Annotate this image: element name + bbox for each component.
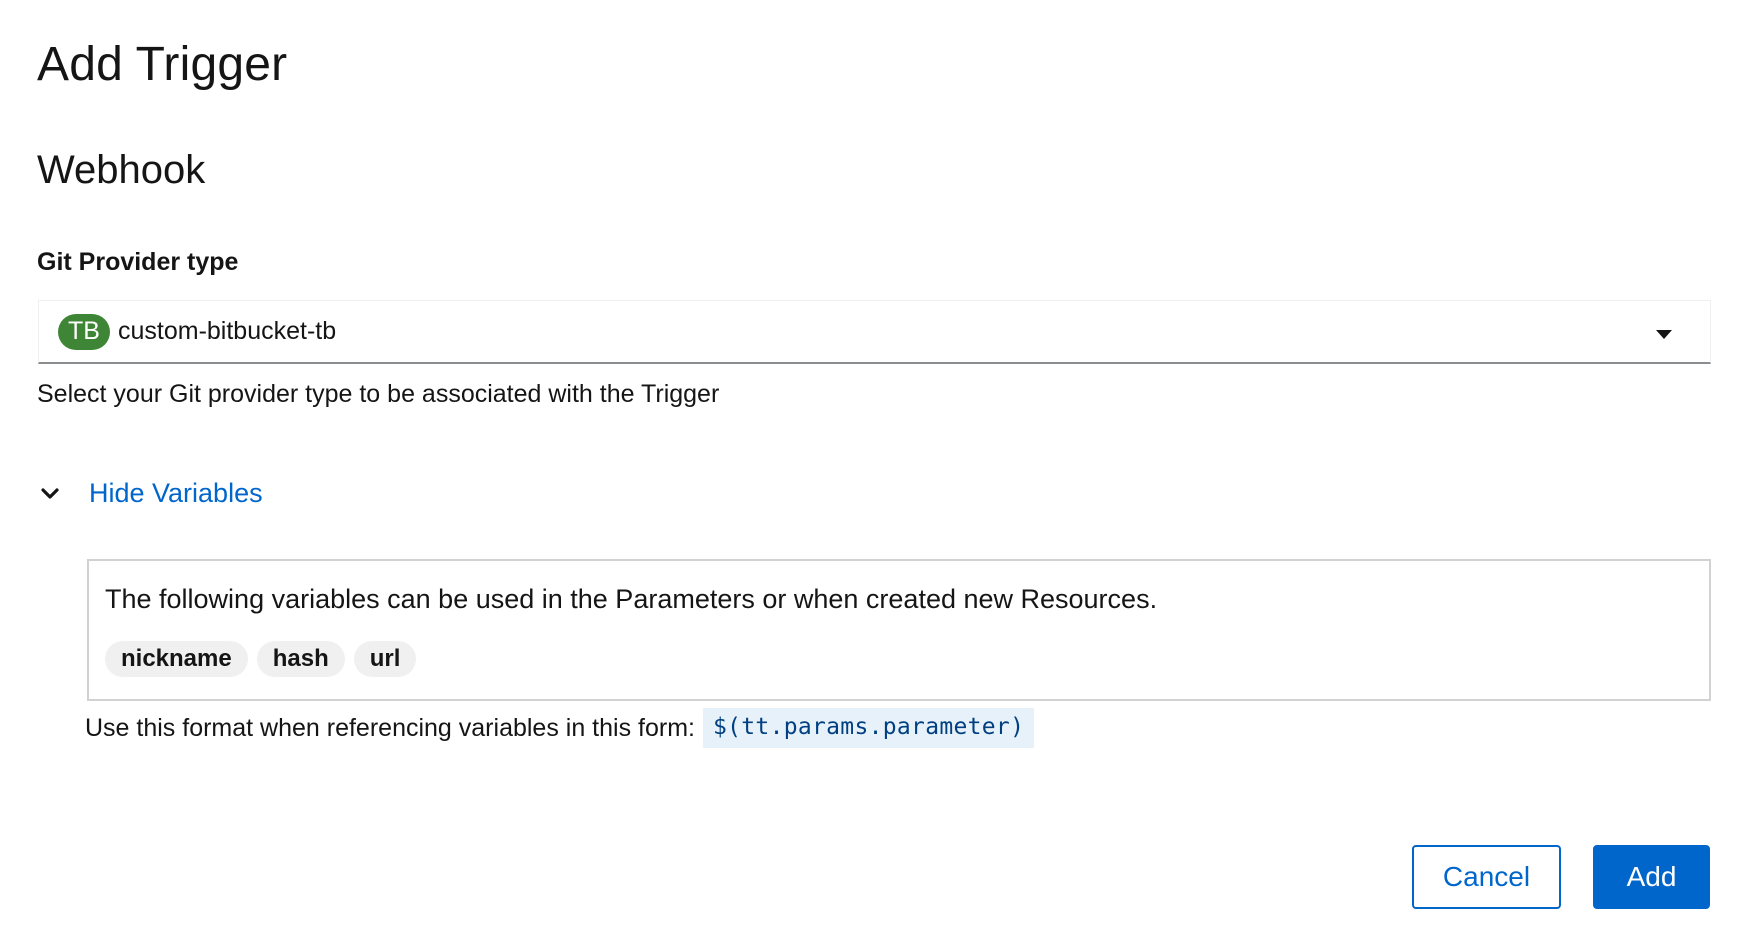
variables-description: The following variables can be used in t… [105,584,1158,614]
hide-variables-label: Hide Variables [89,478,263,508]
variable-chip-nickname: nickname [105,641,248,677]
variable-format-hint: Use this format when referencing variabl… [85,708,1035,748]
format-code-snippet: $(tt.params.parameter) [702,708,1035,748]
caret-down-icon [1656,330,1672,339]
git-provider-label: Git Provider type [37,248,239,276]
format-hint-text: Use this format when referencing variabl… [85,713,695,742]
variable-chip-hash: hash [256,641,345,677]
variable-chip-group: nickname hash url [105,641,417,677]
variables-panel: The following variables can be used in t… [87,559,1711,701]
cancel-button[interactable]: Cancel [1412,845,1561,909]
add-button[interactable]: Add [1593,845,1710,909]
modal-title: Add Trigger [37,38,288,91]
section-title-webhook: Webhook [37,148,206,192]
git-provider-select[interactable]: TB custom-bitbucket-tb [38,300,1711,364]
add-trigger-modal: Add Trigger Webhook Git Provider type TB… [0,0,1754,934]
variable-chip-url: url [353,641,417,677]
hide-variables-toggle[interactable]: Hide Variables [40,478,263,509]
provider-badge: TB [58,313,110,350]
git-provider-helper-text: Select your Git provider type to be asso… [37,380,720,408]
git-provider-selected-value: custom-bitbucket-tb [118,317,337,345]
chevron-down-icon [40,484,60,504]
